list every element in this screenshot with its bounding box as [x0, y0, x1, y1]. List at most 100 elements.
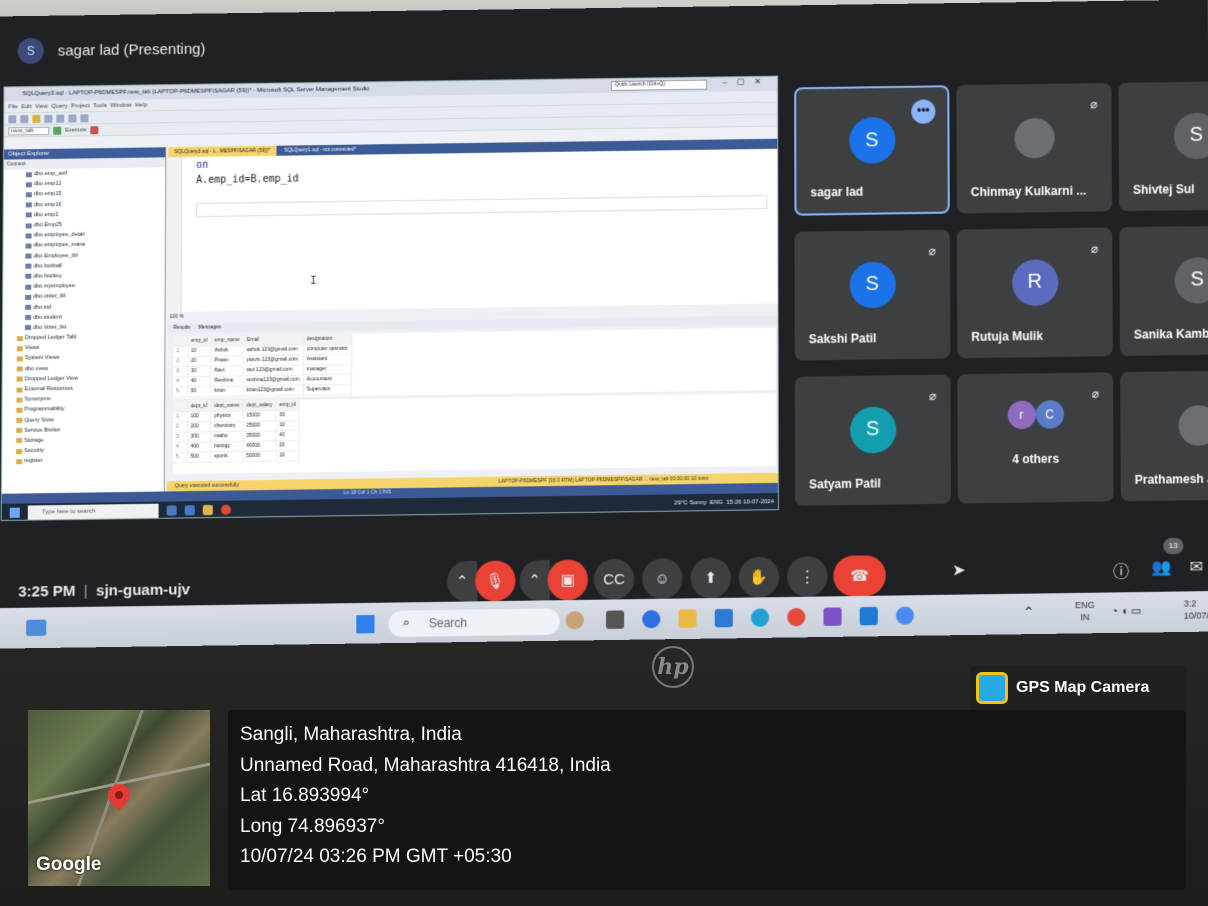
info-icon[interactable]: ⓘ	[1113, 558, 1129, 583]
end-call-button[interactable]: ☎	[833, 555, 886, 597]
column-header[interactable]: dept_salary	[242, 400, 276, 411]
table-icon	[24, 325, 32, 331]
tree-item-label: dbo.employee_mana	[33, 242, 86, 249]
chrome-icon[interactable]	[220, 504, 231, 515]
edge-icon[interactable]	[184, 505, 195, 516]
taskview-icon[interactable]	[166, 505, 177, 516]
object-tree: dbo.emp_self dbo.emp12 dbo.emp15 dbo.emp16 d…	[2, 167, 165, 467]
stop-icon[interactable]	[90, 125, 99, 134]
row-number: 1	[173, 345, 188, 357]
tile-more-button[interactable]: •••	[911, 99, 936, 124]
windows-start-icon[interactable]	[356, 614, 375, 634]
edge-icon[interactable]	[750, 608, 770, 627]
participant-name: Prathamesh Ja	[1134, 471, 1208, 487]
chat-icon[interactable]: ✉	[1189, 557, 1203, 577]
widget-avatar-icon[interactable]	[565, 611, 584, 630]
table-icon	[25, 212, 32, 218]
mouse-pointer-icon: ➤	[952, 562, 966, 580]
save-icon[interactable]	[44, 114, 53, 123]
save-all-icon[interactable]	[56, 114, 65, 123]
column-header[interactable]: designation	[303, 333, 352, 345]
column-header[interactable]: emp_id	[187, 335, 212, 346]
vscode-icon[interactable]	[859, 606, 878, 626]
tree-item-label: Service Broker	[24, 427, 61, 434]
tab-results[interactable]: Results	[173, 324, 190, 333]
ssms-icon[interactable]	[823, 607, 842, 626]
participant-name: Chinmay Kulkarni ...	[970, 183, 1087, 200]
start-icon[interactable]	[9, 507, 20, 518]
tab-messages[interactable]: Messages	[198, 323, 221, 332]
forward-icon[interactable]	[20, 114, 29, 123]
table-cell: 100	[187, 411, 211, 422]
participant-count: 13	[1163, 537, 1184, 555]
camera-off-icon[interactable]: ▣	[547, 559, 588, 601]
more-options-icon[interactable]: ⋮	[787, 555, 828, 598]
participant-tile[interactable]: S Satyam Patil ⌀	[794, 374, 951, 506]
meet-app-icon[interactable]	[642, 609, 661, 629]
meet-control-bar: 3:25 PM | sjn-guam-ujv ⌃ 🎙 ⌃ ▣ CC ☺ ⬆ ✋ …	[0, 518, 1208, 602]
folder-icon	[16, 376, 23, 382]
table-row[interactable]: 5 500 sports 50000 10	[172, 450, 300, 463]
column-header[interactable]: emp_id	[275, 399, 300, 411]
ln-col-indicator: Ln 18 Col 1 Ch 1 INS	[343, 489, 392, 497]
chrome-profile-icon[interactable]	[895, 606, 915, 625]
new-query-icon[interactable]	[32, 114, 41, 123]
participant-tile[interactable]: Ssagar lad •••	[794, 85, 950, 216]
table-icon	[25, 243, 32, 249]
tree-item-label: dbo.emp12	[33, 181, 62, 188]
table-cell: Reshma	[210, 375, 243, 386]
store-icon[interactable]	[714, 608, 733, 628]
participant-tile[interactable]: Chinmay Kulkarni ... ⌀	[956, 82, 1113, 214]
search-icon: ⌕	[402, 614, 411, 630]
tree-item-label: System Views	[24, 355, 60, 362]
tray-chevron-icon[interactable]: ⌃	[1023, 604, 1035, 621]
participant-tile[interactable]: R Rutuja Mulik ⌀	[956, 227, 1113, 359]
mic-off-icon[interactable]: 🎙	[475, 560, 516, 602]
participant-tile[interactable]: S Sakshi Patil ⌀	[794, 229, 951, 361]
row-number: 5	[173, 386, 188, 397]
execute-icon[interactable]	[52, 126, 61, 135]
location-longitude: Long 74.896937°	[240, 815, 385, 837]
table-icon	[25, 202, 32, 208]
participant-tile[interactable]: S Shivtej Sul	[1118, 80, 1208, 212]
participant-tile[interactable]: S Sanika Kamble	[1119, 225, 1208, 357]
video-options-button[interactable]: ⌃	[519, 559, 550, 601]
folder-icon	[16, 417, 23, 423]
text-cursor-icon: I	[310, 273, 317, 287]
widgets-icon[interactable]	[26, 619, 47, 637]
wifi-volume-battery-icon[interactable]: ◔ ◖ ▭	[1111, 604, 1141, 618]
remote-search[interactable]: Type here to search	[27, 503, 159, 520]
table-cell: 200	[187, 421, 211, 432]
emoji-icon[interactable]: ☺	[642, 558, 683, 600]
back-icon[interactable]	[8, 114, 17, 123]
raise-hand-icon[interactable]: ✋	[738, 556, 780, 598]
undo-icon[interactable]	[68, 113, 77, 123]
chrome-icon[interactable]	[787, 607, 806, 627]
captions-icon[interactable]: CC	[593, 558, 635, 600]
column-header[interactable]: emp_name	[210, 335, 244, 346]
query-editor[interactable]: on A.emp_id=B.emp_id I	[167, 148, 779, 312]
redo-icon[interactable]	[80, 113, 89, 122]
taskbar-search[interactable]: Search	[388, 608, 560, 638]
explorer-icon[interactable]	[202, 504, 213, 516]
participant-tile[interactable]: rC 4 others ⌀	[957, 372, 1114, 504]
column-header[interactable]: dept_id	[187, 401, 211, 412]
present-icon[interactable]: ⬆	[690, 557, 731, 599]
window-controls[interactable]: –▢✕	[722, 77, 771, 87]
file-explorer-icon[interactable]	[678, 609, 697, 628]
participant-tile[interactable]: Prathamesh Ja	[1120, 369, 1208, 502]
taskview-icon[interactable]	[606, 610, 625, 629]
tree-item-label: Views	[24, 345, 40, 352]
presenter-banner: S sagar lad (Presenting)	[17, 36, 206, 65]
audio-options-button[interactable]: ⌃	[446, 560, 478, 602]
table-cell: computer operator	[303, 343, 352, 355]
weather-widget: 29°C Sunny ENG 15:26 10-07-2024	[674, 499, 774, 507]
tree-item[interactable]: register	[2, 454, 164, 467]
quick-launch[interactable]: Quick Launch (Ctrl+Q)	[611, 79, 708, 91]
column-header[interactable]: dept_name	[210, 400, 243, 412]
table-row[interactable]: 5 50 kiran kiran123@gmail.com Supervisor	[173, 383, 352, 397]
execute-button[interactable]: Execute	[65, 127, 87, 133]
folder-icon	[16, 335, 23, 341]
database-select[interactable]: new_tab	[8, 126, 49, 135]
people-icon[interactable]: 👥	[1151, 557, 1171, 578]
